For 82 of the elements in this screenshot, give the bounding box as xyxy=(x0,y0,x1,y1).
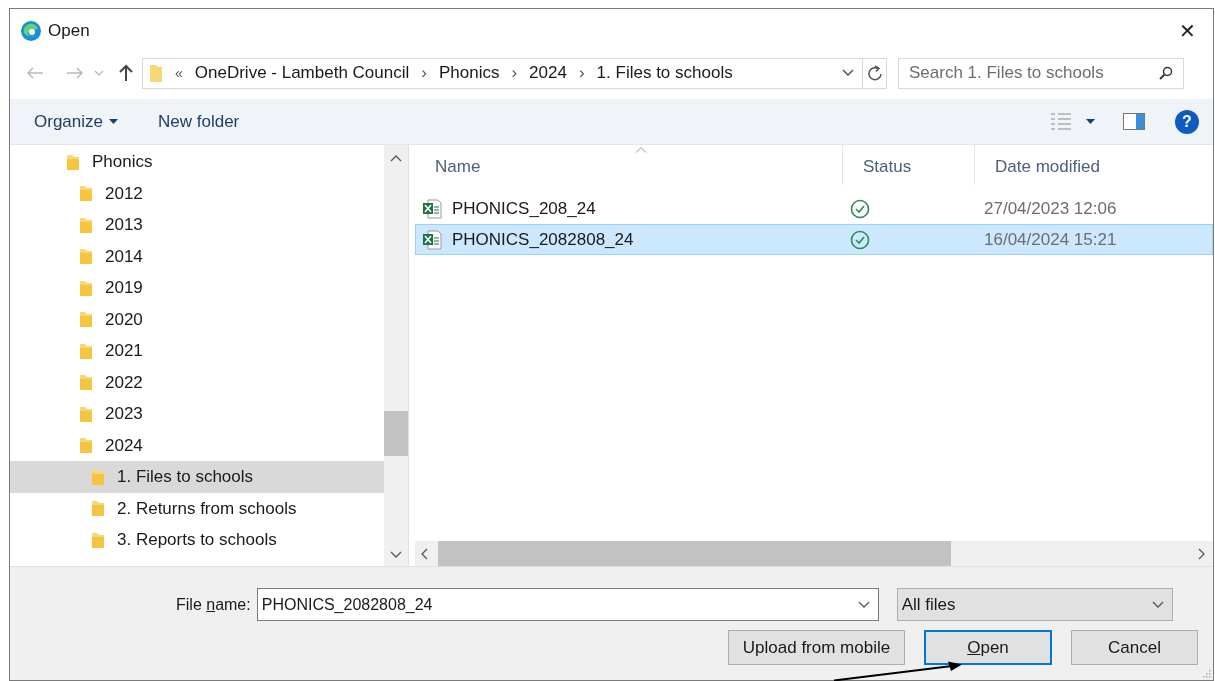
folder-icon xyxy=(79,247,93,266)
tree-item[interactable]: 2021 xyxy=(10,335,385,367)
scroll-right-icon[interactable] xyxy=(1198,547,1205,560)
horizontal-scrollbar[interactable] xyxy=(415,541,1213,566)
folder-icon xyxy=(79,341,93,360)
tree-item[interactable]: 2012 xyxy=(10,177,385,209)
tree-item[interactable]: 2022 xyxy=(10,366,385,398)
breadcrumb[interactable]: Phonics xyxy=(438,60,500,86)
scroll-left-icon[interactable] xyxy=(421,547,428,560)
breadcrumb[interactable]: 2024 xyxy=(529,60,567,86)
folder-icon xyxy=(79,404,93,423)
folder-icon xyxy=(91,467,105,486)
address-bar[interactable]: « OneDrive - Lambeth Council › Phonics › 2024 › 1. Files to schools xyxy=(142,57,863,89)
refresh-button[interactable] xyxy=(863,57,887,89)
search-field[interactable]: Search 1. Files to schools xyxy=(909,60,1159,86)
refresh-icon xyxy=(867,65,882,81)
column-header[interactable]: Date modified xyxy=(975,145,1213,185)
folder-icon xyxy=(79,436,93,455)
window-title: Open xyxy=(48,20,90,43)
folder-icon xyxy=(79,310,93,329)
breadcrumb-separator[interactable]: › xyxy=(511,60,518,86)
tree-item[interactable]: 2020 xyxy=(10,303,385,335)
tree-item[interactable]: Phonics xyxy=(10,146,385,178)
browser-logo-icon xyxy=(20,20,42,42)
column-header[interactable]: Status xyxy=(843,145,975,185)
tree-item[interactable]: 2024 xyxy=(10,429,385,461)
dropdown-caret-icon[interactable] xyxy=(109,119,118,124)
tree-item[interactable]: 1. Files to schools xyxy=(10,461,385,493)
overflow-chevrons[interactable]: « xyxy=(175,62,183,84)
folder-icon xyxy=(79,184,93,203)
file-name-field[interactable]: PHONICS_2082808_24 xyxy=(261,592,858,617)
search-icon xyxy=(1159,66,1173,80)
chevron-down-icon[interactable] xyxy=(857,600,870,609)
help-button[interactable]: ? xyxy=(1175,109,1199,134)
breadcrumb-separator[interactable]: › xyxy=(578,60,585,86)
tree-item[interactable]: 2. Returns from schools xyxy=(10,492,385,524)
folder-icon xyxy=(91,530,105,549)
file-name: PHONICS_208_24 xyxy=(452,197,596,220)
folder-icon xyxy=(79,215,93,234)
folder-icon xyxy=(149,63,163,83)
folder-icon xyxy=(79,278,93,297)
file-row[interactable]: PHONICS_208_24 27/04/2023 12:06 xyxy=(415,193,1213,224)
dialog-button[interactable]: Upload from mobile xyxy=(728,630,905,665)
preview-pane-icon[interactable] xyxy=(1123,113,1145,130)
file-type-dropdown[interactable]: All files xyxy=(896,588,1173,621)
breadcrumb[interactable]: OneDrive - Lambeth Council xyxy=(194,60,410,86)
organize-button[interactable]: Organize xyxy=(24,104,128,139)
scrollbar-thumb[interactable] xyxy=(438,541,951,566)
folder-icon xyxy=(91,499,105,518)
tree-item[interactable]: 3. Reports to schools xyxy=(10,524,385,556)
dialog-button[interactable]: Cancel xyxy=(1071,630,1198,665)
tree-item[interactable]: 2019 xyxy=(10,272,385,304)
chevron-down-icon[interactable] xyxy=(1151,600,1164,609)
tree-item[interactable]: 2013 xyxy=(10,209,385,241)
folder-icon xyxy=(79,373,93,392)
file-name: PHONICS_2082808_24 xyxy=(452,228,634,251)
tree-item[interactable]: 2023 xyxy=(10,398,385,430)
scroll-down-icon[interactable] xyxy=(390,551,403,558)
up-arrow-icon[interactable] xyxy=(118,64,134,82)
file-name-label: File name: xyxy=(176,594,251,615)
date-modified: 27/04/2023 12:06 xyxy=(984,198,1117,218)
new-folder-button[interactable]: New folder xyxy=(148,104,250,139)
file-type-value: All files xyxy=(901,593,956,616)
search-box[interactable]: Search 1. Files to schools xyxy=(898,57,1184,89)
spreadsheet-file-icon xyxy=(422,229,442,250)
dropdown-caret-icon[interactable] xyxy=(1086,119,1095,124)
spreadsheet-file-icon xyxy=(422,198,442,219)
column-header[interactable]: Name xyxy=(415,145,843,185)
file-name-box[interactable]: PHONICS_2082808_24 xyxy=(256,588,879,621)
scrollbar-thumb[interactable] xyxy=(384,411,409,456)
scroll-up-icon[interactable] xyxy=(390,155,403,162)
tree-item[interactable]: 2014 xyxy=(10,240,385,272)
breadcrumb-separator[interactable]: › xyxy=(421,60,427,86)
vertical-scrollbar[interactable] xyxy=(384,145,408,566)
file-row[interactable]: PHONICS_2082808_24 16/04/2024 15:21 xyxy=(415,224,1213,255)
breadcrumb[interactable]: 1. Files to schools xyxy=(596,60,733,86)
close-button[interactable]: ✕ xyxy=(1169,15,1205,47)
date-modified: 16/04/2024 15:21 xyxy=(984,229,1117,249)
default-button[interactable]: Open xyxy=(924,630,1052,665)
folder-icon xyxy=(66,152,80,171)
resize-grip-icon[interactable] xyxy=(1201,668,1211,678)
chevron-down-icon[interactable] xyxy=(842,69,854,77)
